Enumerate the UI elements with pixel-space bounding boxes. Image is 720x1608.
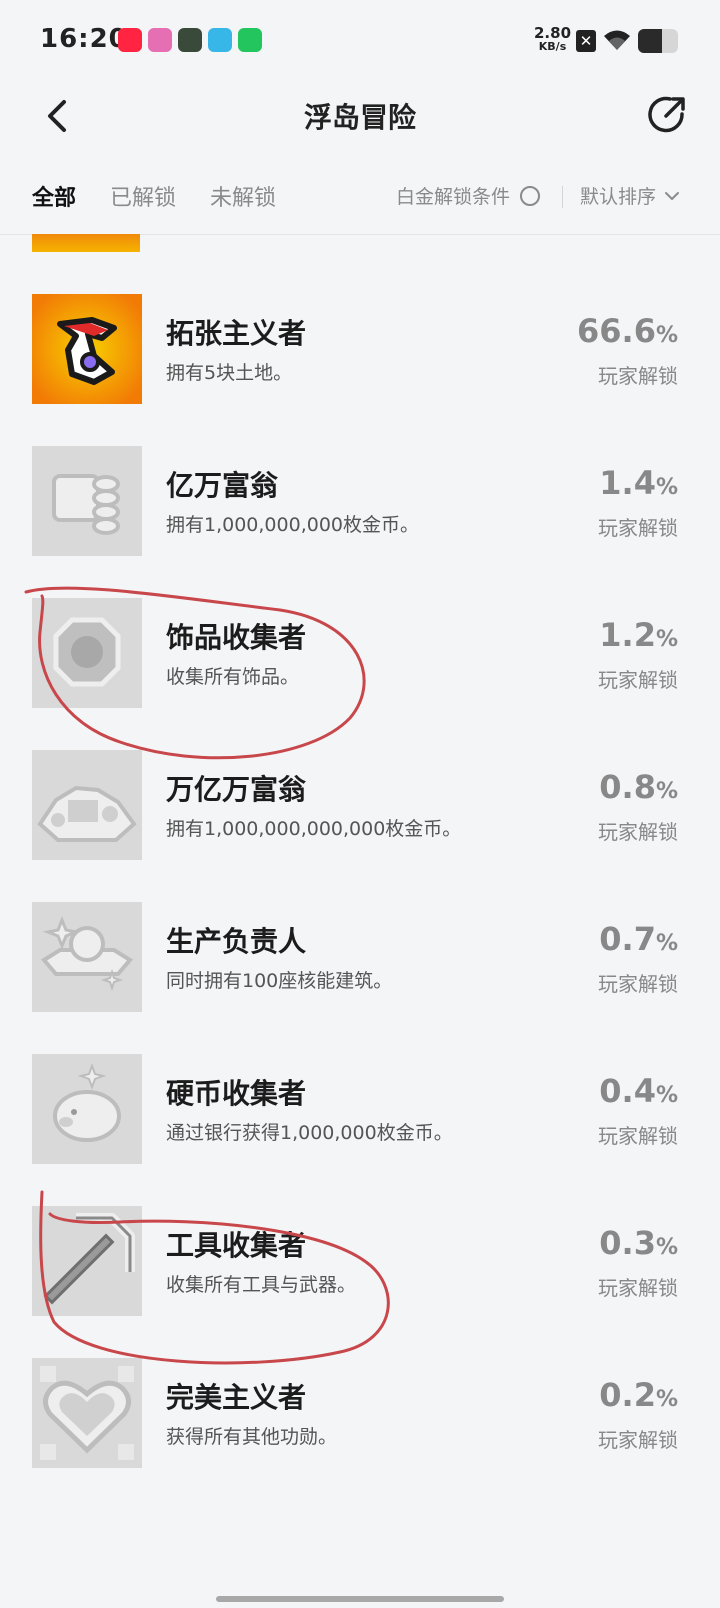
green-app-icon bbox=[238, 28, 262, 52]
expansionist-badge-icon bbox=[32, 294, 142, 404]
unlock-percentage: 1.4% bbox=[599, 464, 678, 502]
unlock-percentage: 0.8% bbox=[599, 768, 678, 806]
game-app-icon bbox=[178, 28, 202, 52]
filter-tabs: 全部 已解锁 未解锁 白金解锁条件 默认排序 bbox=[0, 172, 720, 235]
sort-label: 默认排序 bbox=[580, 186, 657, 208]
network-speed-value: 2.80 bbox=[534, 24, 572, 42]
pct-value: 0.8 bbox=[599, 768, 656, 806]
achievement-desc: 获得所有其他功勋。 bbox=[166, 1426, 338, 1448]
bilibili-icon bbox=[148, 28, 172, 52]
achievement-name: 硬币收集者 bbox=[166, 1077, 307, 1110]
unlock-label: 玩家解锁 bbox=[598, 1276, 678, 1300]
achievement-row[interactable]: 亿万富翁 拥有1,000,000,000枚金币。 1.4% 玩家解锁 bbox=[0, 446, 720, 556]
share-button[interactable] bbox=[644, 92, 690, 138]
achievement-name: 生产负责人 bbox=[166, 925, 307, 958]
coin-stack-badge-icon bbox=[32, 446, 142, 556]
tab-all[interactable]: 全部 bbox=[32, 180, 76, 212]
achievement-desc: 收集所有工具与武器。 bbox=[166, 1274, 357, 1296]
page-title: 浮岛冒险 bbox=[303, 101, 416, 134]
platinum-filter-label: 白金解锁条件 bbox=[396, 186, 511, 208]
no-sim-icon: ✕ bbox=[576, 30, 596, 52]
sort-dropdown[interactable]: 默认排序 bbox=[580, 182, 680, 209]
network-speed: 2.80 KB/s bbox=[534, 26, 571, 54]
unlock-percentage: 0.2% bbox=[599, 1376, 678, 1414]
platinum-filter-toggle[interactable]: 白金解锁条件 bbox=[396, 182, 541, 209]
battery-level bbox=[638, 29, 662, 53]
achievement-desc: 拥有1,000,000,000,000枚金币。 bbox=[166, 818, 462, 840]
achievement-name: 完美主义者 bbox=[166, 1381, 307, 1414]
unlock-label: 玩家解锁 bbox=[598, 1124, 678, 1148]
pct-value: 0.7 bbox=[599, 920, 656, 958]
nav-header: 浮岛冒险 bbox=[0, 84, 720, 172]
pct-sign: % bbox=[655, 475, 678, 500]
unlock-label: 玩家解锁 bbox=[598, 364, 678, 388]
pct-sign: % bbox=[655, 627, 678, 652]
notification-app-icons bbox=[118, 28, 262, 52]
divider bbox=[562, 186, 563, 208]
network-speed-unit: KB/s bbox=[538, 40, 567, 53]
coin-pile-badge-icon bbox=[32, 750, 142, 860]
unlock-percentage: 0.4% bbox=[599, 1072, 678, 1110]
pct-sign: % bbox=[655, 1083, 678, 1108]
tab-unlocked[interactable]: 已解锁 bbox=[110, 180, 176, 212]
pickaxe-badge-icon bbox=[32, 1206, 142, 1316]
achievement-row[interactable]: 生产负责人 同时拥有100座核能建筑。 0.7% 玩家解锁 bbox=[0, 902, 720, 1012]
achievement-desc: 拥有1,000,000,000枚金币。 bbox=[166, 514, 420, 536]
pct-sign: % bbox=[655, 931, 678, 956]
piggy-bank-badge-icon bbox=[32, 1054, 142, 1164]
achievement-badge-partial bbox=[32, 234, 140, 252]
wifi-icon bbox=[602, 28, 632, 56]
achievement-row[interactable]: 万亿万富翁 拥有1,000,000,000,000枚金币。 0.8% 玩家解锁 bbox=[0, 750, 720, 860]
unlock-percentage: 66.6% bbox=[577, 312, 678, 350]
tab-locked[interactable]: 未解锁 bbox=[210, 180, 276, 212]
achievement-desc: 拥有5块土地。 bbox=[166, 362, 293, 384]
achievement-name: 饰品收集者 bbox=[166, 621, 307, 654]
achievement-row[interactable]: 完美主义者 获得所有其他功勋。 0.2% 玩家解锁 bbox=[0, 1358, 720, 1468]
unlock-label: 玩家解锁 bbox=[598, 820, 678, 844]
xiaohongshu-icon bbox=[118, 28, 142, 52]
achievement-row[interactable]: 饰品收集者 收集所有饰品。 1.2% 玩家解锁 bbox=[0, 598, 720, 708]
nuclear-building-badge-icon bbox=[32, 902, 142, 1012]
achievement-name: 万亿万富翁 bbox=[166, 773, 307, 806]
unlock-percentage: 1.2% bbox=[599, 616, 678, 654]
pct-sign: % bbox=[655, 1387, 678, 1412]
unlock-percentage: 0.3% bbox=[599, 1224, 678, 1262]
unlock-label: 玩家解锁 bbox=[598, 516, 678, 540]
status-time: 16:20 bbox=[40, 24, 128, 54]
share-icon bbox=[648, 96, 685, 133]
pct-value: 0.3 bbox=[599, 1224, 656, 1262]
achievement-name: 亿万富翁 bbox=[166, 469, 279, 502]
pct-value: 66.6 bbox=[577, 312, 656, 350]
home-indicator[interactable] bbox=[216, 1596, 504, 1602]
pct-value: 1.4 bbox=[599, 464, 656, 502]
pct-sign: % bbox=[655, 779, 678, 804]
achievement-row[interactable]: 工具收集者 收集所有工具与武器。 0.3% 玩家解锁 bbox=[0, 1206, 720, 1316]
achievement-name: 拓张主义者 bbox=[166, 317, 307, 350]
achievement-name: 工具收集者 bbox=[166, 1229, 307, 1262]
unlock-label: 玩家解锁 bbox=[598, 1428, 678, 1452]
achievement-desc: 收集所有饰品。 bbox=[166, 666, 300, 688]
status-bar: 16:20 2.80 KB/s ✕ bbox=[0, 0, 720, 84]
achievement-row[interactable]: 拓张主义者 拥有5块土地。 66.6% 玩家解锁 bbox=[0, 294, 720, 404]
achievement-desc: 通过银行获得1,000,000枚金币。 bbox=[166, 1122, 453, 1144]
achievement-desc: 同时拥有100座核能建筑。 bbox=[166, 970, 393, 992]
achievement-row[interactable]: 硬币收集者 通过银行获得1,000,000枚金币。 0.4% 玩家解锁 bbox=[0, 1054, 720, 1164]
achievement-list: 拓张主义者 拥有5块土地。 66.6% 玩家解锁 亿万富翁 拥有1,000,00… bbox=[0, 234, 720, 1608]
pct-value: 0.2 bbox=[599, 1376, 656, 1414]
pct-sign: % bbox=[655, 1235, 678, 1260]
pct-value: 0.4 bbox=[599, 1072, 656, 1110]
accessory-badge-icon bbox=[32, 598, 142, 708]
battery-icon bbox=[638, 29, 678, 53]
heart-badge-icon bbox=[32, 1358, 142, 1468]
unlock-label: 玩家解锁 bbox=[598, 972, 678, 996]
unlock-label: 玩家解锁 bbox=[598, 668, 678, 692]
hand-app-icon bbox=[208, 28, 232, 52]
pct-value: 1.2 bbox=[599, 616, 656, 654]
pct-sign: % bbox=[655, 323, 678, 348]
unlock-percentage: 0.7% bbox=[599, 920, 678, 958]
radio-circle-icon bbox=[520, 185, 541, 206]
chevron-down-icon bbox=[665, 191, 680, 200]
